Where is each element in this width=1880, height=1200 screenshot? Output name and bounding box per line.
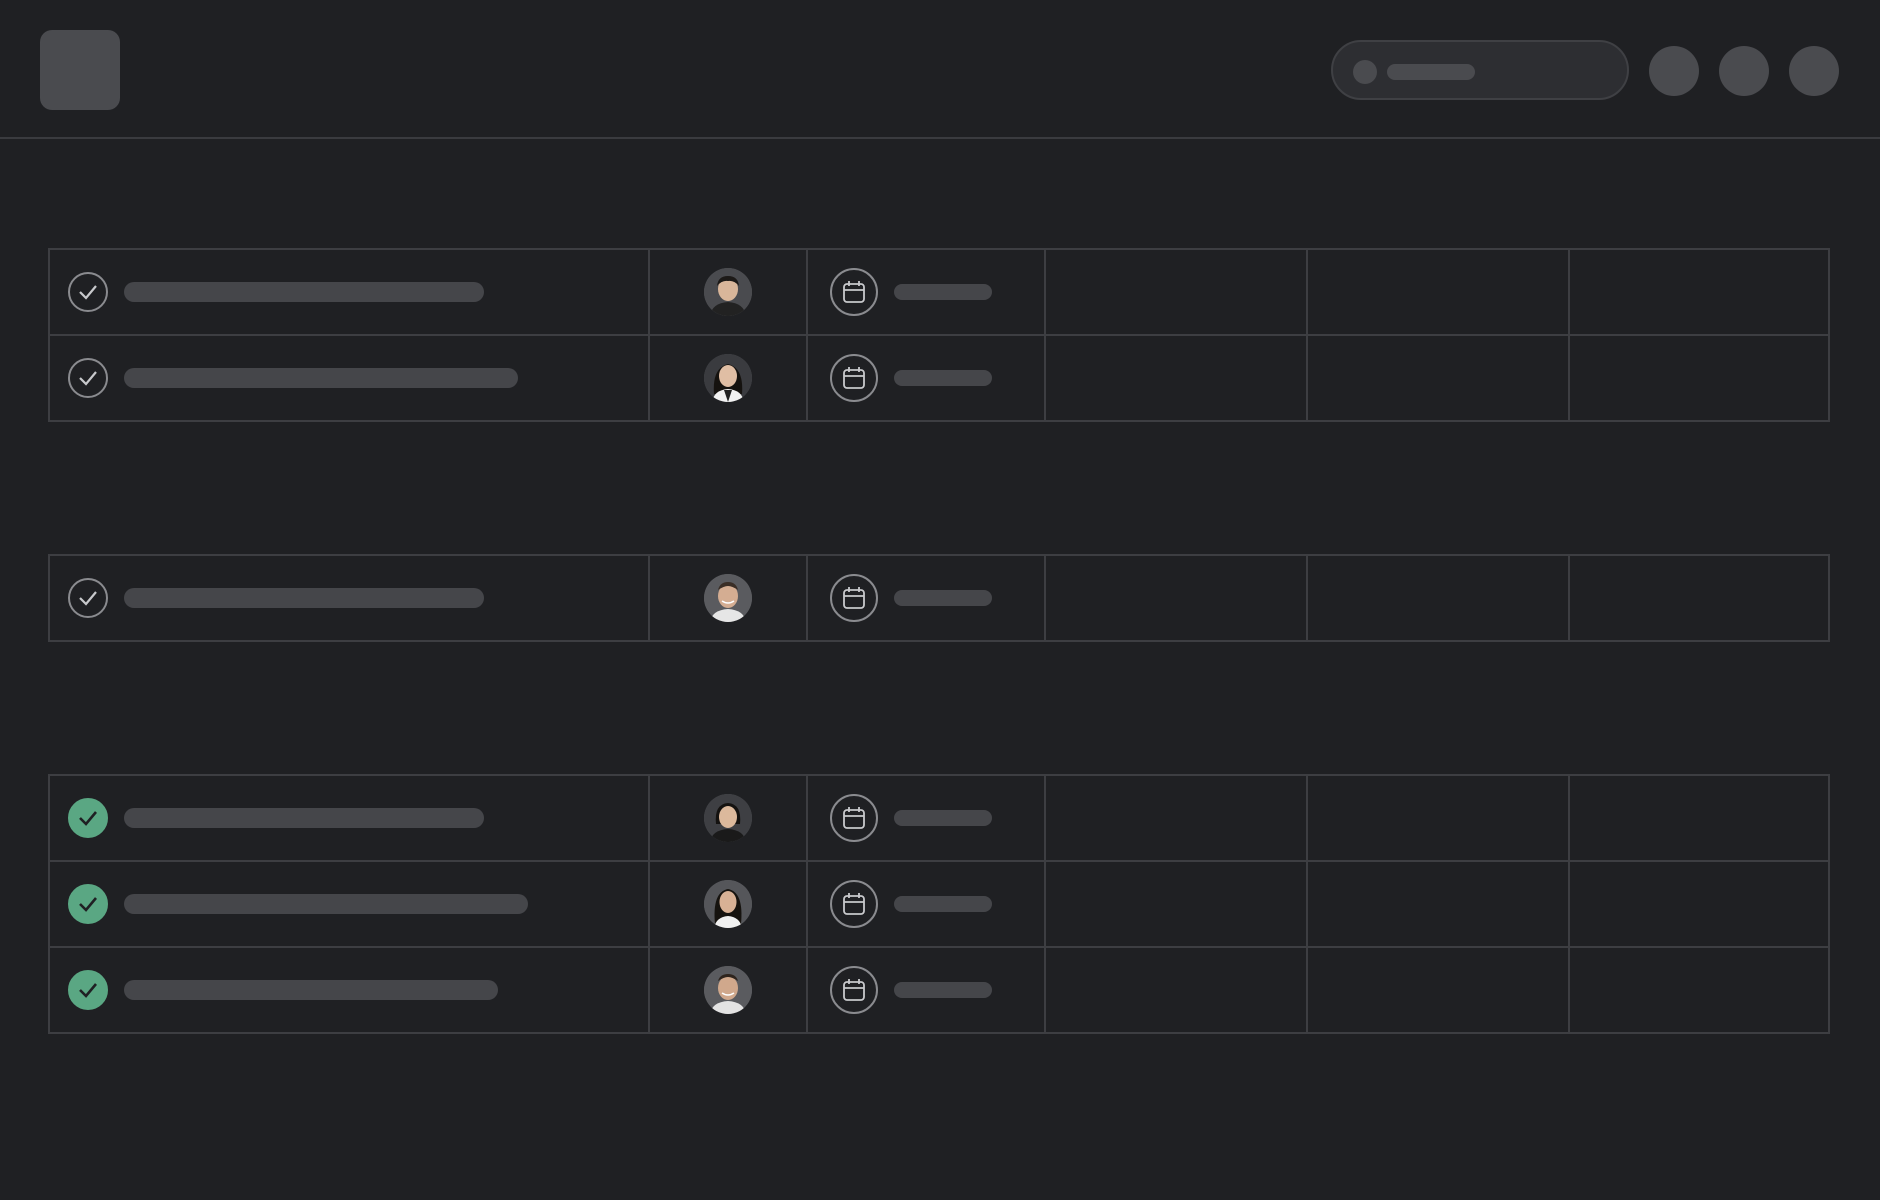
task-name <box>124 368 518 388</box>
task-cell[interactable] <box>50 862 648 946</box>
check-icon[interactable] <box>68 272 108 312</box>
field-cell[interactable] <box>1044 862 1306 946</box>
field-cell[interactable] <box>1306 250 1568 334</box>
search-placeholder <box>1387 64 1475 80</box>
check-icon[interactable] <box>68 970 108 1010</box>
action-button-2[interactable] <box>1719 46 1769 96</box>
avatar[interactable] <box>704 268 752 316</box>
avatar[interactable] <box>704 966 752 1014</box>
due-date <box>894 284 992 300</box>
top-bar <box>0 0 1880 139</box>
check-icon[interactable] <box>68 884 108 924</box>
due-date-cell[interactable] <box>806 776 1044 860</box>
assignee-cell[interactable] <box>648 556 806 640</box>
app-logo[interactable] <box>40 30 120 110</box>
field-cell[interactable] <box>1306 948 1568 1032</box>
field-cell[interactable] <box>1568 336 1828 420</box>
check-icon[interactable] <box>68 798 108 838</box>
assignee-cell[interactable] <box>648 250 806 334</box>
task-cell[interactable] <box>50 336 648 420</box>
due-date-cell[interactable] <box>806 336 1044 420</box>
calendar-icon[interactable] <box>830 574 878 622</box>
due-date-cell[interactable] <box>806 556 1044 640</box>
task-name <box>124 808 484 828</box>
task-group-1 <box>48 248 1830 422</box>
field-cell[interactable] <box>1568 948 1828 1032</box>
assignee-cell[interactable] <box>648 336 806 420</box>
due-date <box>894 590 992 606</box>
task-name <box>124 588 484 608</box>
task-group-2 <box>48 554 1830 642</box>
field-cell[interactable] <box>1044 948 1306 1032</box>
field-cell[interactable] <box>1306 776 1568 860</box>
table-row[interactable] <box>50 250 1828 334</box>
field-cell[interactable] <box>1568 250 1828 334</box>
due-date <box>894 982 992 998</box>
assignee-cell[interactable] <box>648 776 806 860</box>
task-cell[interactable] <box>50 776 648 860</box>
calendar-icon[interactable] <box>830 354 878 402</box>
table-row[interactable] <box>50 556 1828 640</box>
field-cell[interactable] <box>1568 556 1828 640</box>
task-cell[interactable] <box>50 250 648 334</box>
task-name <box>124 980 498 1000</box>
calendar-icon[interactable] <box>830 794 878 842</box>
field-cell[interactable] <box>1568 776 1828 860</box>
due-date-cell[interactable] <box>806 862 1044 946</box>
field-cell[interactable] <box>1044 776 1306 860</box>
task-name <box>124 282 484 302</box>
calendar-icon[interactable] <box>830 966 878 1014</box>
table-row[interactable] <box>50 946 1828 1032</box>
action-button-3[interactable] <box>1789 46 1839 96</box>
field-cell[interactable] <box>1306 862 1568 946</box>
due-date-cell[interactable] <box>806 948 1044 1032</box>
field-cell[interactable] <box>1044 250 1306 334</box>
action-button-1[interactable] <box>1649 46 1699 96</box>
field-cell[interactable] <box>1044 556 1306 640</box>
field-cell[interactable] <box>1568 862 1828 946</box>
task-cell[interactable] <box>50 556 648 640</box>
check-icon[interactable] <box>68 578 108 618</box>
task-group-3 <box>48 774 1830 1034</box>
due-date-cell[interactable] <box>806 250 1044 334</box>
table-row[interactable] <box>50 860 1828 946</box>
avatar[interactable] <box>704 354 752 402</box>
avatar[interactable] <box>704 794 752 842</box>
calendar-icon[interactable] <box>830 880 878 928</box>
field-cell[interactable] <box>1044 336 1306 420</box>
calendar-icon[interactable] <box>830 268 878 316</box>
due-date <box>894 896 992 912</box>
check-icon[interactable] <box>68 358 108 398</box>
avatar[interactable] <box>704 574 752 622</box>
assignee-cell[interactable] <box>648 948 806 1032</box>
field-cell[interactable] <box>1306 556 1568 640</box>
assignee-cell[interactable] <box>648 862 806 946</box>
table-row[interactable] <box>50 334 1828 420</box>
due-date <box>894 810 992 826</box>
field-cell[interactable] <box>1306 336 1568 420</box>
task-name <box>124 894 528 914</box>
table-row[interactable] <box>50 776 1828 860</box>
task-cell[interactable] <box>50 948 648 1032</box>
search-input[interactable] <box>1331 40 1629 100</box>
due-date <box>894 370 992 386</box>
avatar[interactable] <box>704 880 752 928</box>
search-icon <box>1353 60 1377 84</box>
